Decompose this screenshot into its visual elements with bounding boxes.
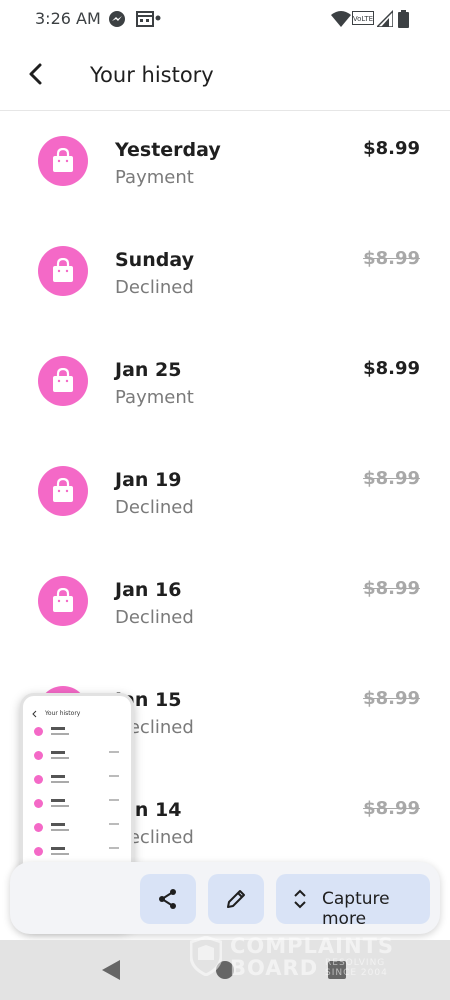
shield-logo-icon	[190, 936, 222, 976]
wifi-icon	[331, 11, 351, 27]
thumb-back-icon	[32, 710, 37, 718]
transaction-amount: $8.99	[363, 578, 420, 599]
status-time: 3:26 AM	[35, 9, 101, 28]
thumb-list-item	[31, 748, 121, 766]
transaction-amount: $8.99	[363, 248, 420, 269]
transaction-status: Payment	[115, 387, 194, 408]
dot-icon	[155, 15, 161, 21]
shopping-bag-avatar	[38, 246, 88, 296]
watermark-line2: BOARD	[230, 956, 319, 980]
transaction-amount: $8.99	[363, 798, 420, 819]
watermark-tagline: RESOLVING SINCE 2004	[325, 958, 388, 978]
shopping-bag-icon	[53, 588, 73, 612]
transaction-status: Declined	[115, 497, 194, 518]
transaction-row[interactable]: Jan 19 Declined $8.99	[0, 441, 450, 551]
shopping-bag-icon	[53, 478, 73, 502]
volte-icon: VoLTE	[352, 11, 374, 25]
signal-icon	[377, 10, 393, 27]
back-triangle-icon[interactable]	[102, 960, 120, 980]
status-bar: 3:26 AM VoLTE	[0, 0, 450, 40]
transaction-date: Sunday	[115, 249, 194, 271]
transaction-row[interactable]: Jan 25 Payment $8.99	[0, 331, 450, 441]
transaction-date: Yesterday	[115, 139, 221, 161]
capture-more-label: Capture more	[322, 889, 390, 929]
shopping-bag-icon	[53, 148, 73, 172]
app-bar: Your history	[0, 40, 450, 111]
transaction-date: Jan 16	[115, 579, 182, 601]
shopping-bag-icon	[53, 258, 73, 282]
battery-icon	[398, 10, 409, 28]
transaction-date: Jan 25	[115, 359, 182, 381]
shopping-bag-avatar	[38, 576, 88, 626]
watermark-line1: COMPLAINTS	[230, 934, 395, 958]
messenger-icon	[109, 11, 125, 27]
thumb-list-item	[31, 772, 121, 790]
expand-vertical-icon	[294, 889, 306, 909]
transaction-date: Jan 19	[115, 469, 182, 491]
transaction-row[interactable]: Yesterday Payment $8.99	[0, 111, 450, 221]
thumb-list-item	[31, 844, 121, 862]
transaction-status: Declined	[115, 277, 194, 298]
transaction-amount: $8.99	[363, 138, 420, 159]
svg-text:VoLTE: VoLTE	[353, 15, 373, 23]
shopping-bag-avatar	[38, 356, 88, 406]
thumb-list-item	[31, 796, 121, 814]
edit-button[interactable]	[208, 874, 264, 924]
transaction-status: Declined	[115, 607, 194, 628]
shopping-bag-avatar	[38, 466, 88, 516]
transaction-amount: $8.99	[363, 688, 420, 709]
thumb-list-item	[31, 820, 121, 838]
shopping-bag-icon	[53, 368, 73, 392]
complaints-board-watermark: COMPLAINTS BOARD RESOLVING SINCE 2004	[190, 934, 420, 984]
thumb-list-item	[31, 724, 121, 742]
screenshot-toolbar: Capture more	[10, 862, 440, 934]
capture-more-button[interactable]: Capture more	[276, 874, 430, 929]
back-arrow-icon[interactable]	[22, 60, 50, 88]
page-title: Your history	[90, 63, 214, 87]
shopping-bag-avatar	[38, 136, 88, 186]
transaction-amount: $8.99	[363, 468, 420, 489]
transaction-row[interactable]: Jan 16 Declined $8.99	[0, 551, 450, 661]
thumbnail-title: Your history	[45, 710, 81, 717]
transaction-status: Payment	[115, 167, 194, 188]
calendar-icon	[136, 11, 154, 27]
share-icon	[159, 889, 176, 909]
pencil-icon	[227, 890, 245, 908]
transaction-row[interactable]: Sunday Declined $8.99	[0, 221, 450, 331]
transaction-amount: $8.99	[363, 358, 420, 379]
share-button[interactable]	[140, 874, 196, 924]
